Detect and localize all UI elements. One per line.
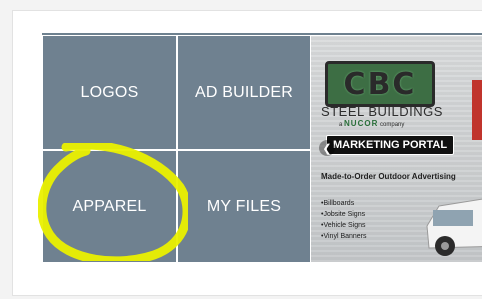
tile-grid: LOGOS AD BUILDER APPAREL MY FILES [43,36,310,262]
nucor-name: NUCOR [344,119,379,128]
top-divider [42,33,482,35]
promo-bullet: Billboards [321,198,367,209]
steel-buildings-label: STEEL BUILDINGS [321,104,443,119]
promo-banner[interactable]: CBC STEEL BUILDINGS a NUCOR company MARK… [311,36,482,262]
tile-logos-label: LOGOS [80,83,139,101]
marketing-portal-badge: MARKETING PORTAL [326,135,455,155]
promo-bullet: Vehicle Signs [321,220,367,231]
tile-apparel[interactable]: APPAREL [43,151,176,262]
cbc-logo: CBC [325,61,435,107]
nucor-suffix: company [380,122,405,128]
cbc-logo-text: CBC [343,66,417,102]
promo-bullet-list: Billboards Jobsite Signs Vehicle Signs V… [321,198,367,242]
promo-bullet: Jobsite Signs [321,209,367,220]
tile-my-files[interactable]: MY FILES [178,151,310,262]
nucor-label: a NUCOR company [339,119,405,128]
tile-my-files-label: MY FILES [206,197,282,215]
truck-image [426,198,482,256]
promo-bullet: Vinyl Banners [321,231,366,242]
carousel-prev-icon[interactable]: ❮ [319,140,335,156]
tile-ad-builder-label: AD BUILDER [194,83,294,101]
promo-edge-graphic [472,80,482,140]
tile-ad-builder[interactable]: AD BUILDER [178,36,310,149]
tile-logos[interactable]: LOGOS [43,36,176,149]
tile-apparel-label: APPAREL [72,197,147,215]
